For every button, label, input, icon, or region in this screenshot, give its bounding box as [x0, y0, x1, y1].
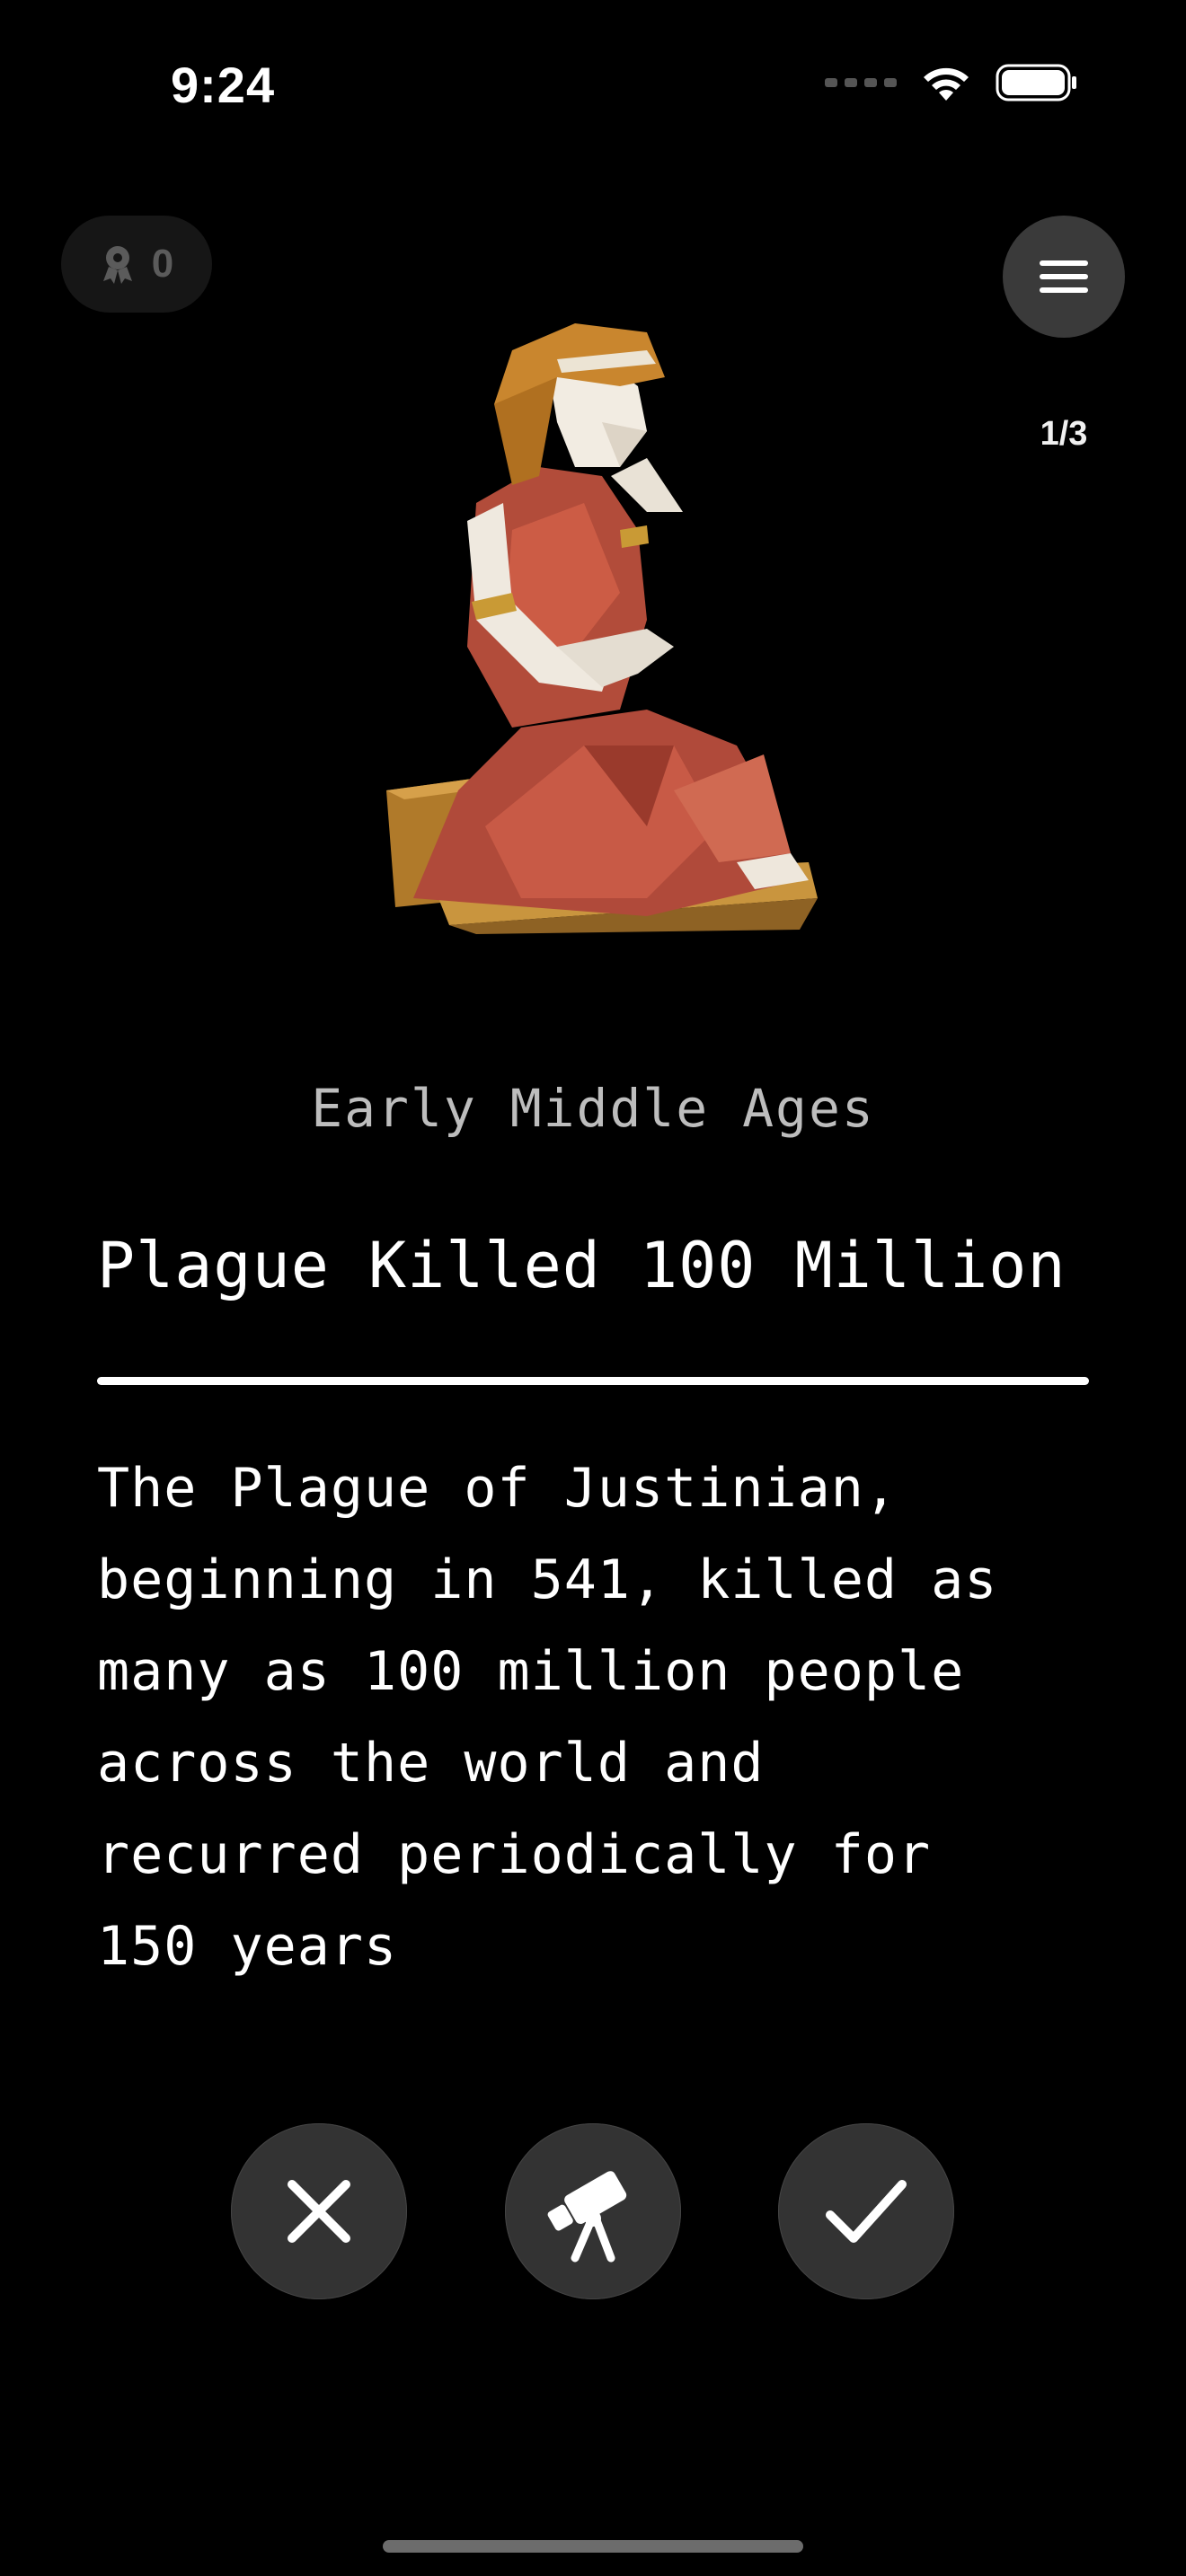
wifi-icon — [924, 67, 969, 101]
body-line: beginning in 541, killed as — [97, 1548, 998, 1611]
body-line: many as 100 million people — [97, 1640, 965, 1703]
title-divider — [97, 1377, 1089, 1385]
status-icons — [825, 63, 1078, 102]
home-indicator[interactable] — [383, 2540, 803, 2553]
award-count: 0 — [151, 242, 174, 286]
award-badge[interactable]: 0 — [61, 216, 212, 313]
award-ribbon-icon — [102, 246, 132, 284]
explore-button[interactable] — [505, 2123, 681, 2299]
body-line: recurred periodically for — [97, 1823, 932, 1886]
dismiss-button[interactable] — [231, 2123, 407, 2299]
era-label: Early Middle Ages — [311, 1078, 875, 1139]
body-line: The Plague of Justinian, — [97, 1457, 898, 1520]
confirm-button[interactable] — [778, 2123, 954, 2299]
body-line: 150 years — [97, 1915, 398, 1978]
statue-illustration — [386, 323, 818, 934]
hamburger-menu-icon — [1040, 260, 1088, 293]
card-title: Plague Killed 100 Million — [97, 1229, 1067, 1302]
card-body: The Plague of Justinian, beginning in 54… — [97, 1442, 1103, 1992]
menu-button[interactable] — [1003, 216, 1125, 338]
close-icon — [288, 2180, 350, 2243]
body-line: across the world and — [97, 1732, 765, 1795]
status-time: 9:24 — [171, 57, 276, 113]
page-counter: 1/3 — [1040, 415, 1088, 453]
cellular-signal-icon — [825, 78, 897, 87]
checkmark-icon — [826, 2180, 907, 2243]
telescope-icon — [547, 2171, 627, 2263]
battery-icon — [996, 64, 1076, 101]
